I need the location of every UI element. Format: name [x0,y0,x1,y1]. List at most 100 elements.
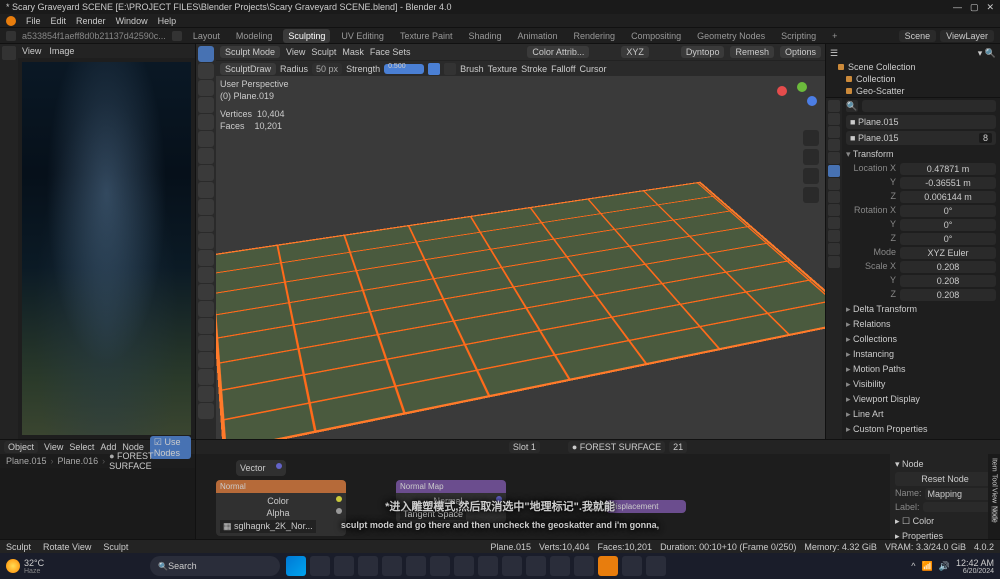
props-search[interactable] [862,100,996,112]
axis-y[interactable] [797,82,807,92]
taskbar-app-7[interactable] [454,556,474,576]
n-tab-tool[interactable]: Tool [991,474,998,487]
viewlayer-select[interactable]: ViewLayer [940,30,994,42]
tray-date[interactable]: 6/20/2024 [956,568,994,575]
axis-x[interactable] [777,86,787,96]
taskbar-blender[interactable] [598,556,618,576]
taskbar-app-5[interactable] [406,556,426,576]
node-menu-view[interactable]: View [44,442,63,452]
zoom-icon[interactable] [803,130,819,146]
node-mode[interactable]: Object [4,441,38,453]
taskbar-app-2[interactable] [334,556,354,576]
normalmap-node-header[interactable]: Normal Map [396,480,506,493]
rot-x-field[interactable]: 0° [900,205,996,217]
tool-elastic[interactable] [198,267,214,283]
weather-icon[interactable] [6,559,20,573]
close-button[interactable]: ✕ [986,2,994,13]
scale-x-field[interactable]: 0.208 [900,261,996,273]
props-data-select[interactable]: ■ Plane.015 8 [846,131,996,145]
tab-shading[interactable]: Shading [463,29,506,43]
props-object-select[interactable]: ■ Plane.015 [846,115,996,129]
outliner-filter-icon[interactable]: ☰ [830,48,838,59]
tab-animation[interactable]: Animation [513,29,563,43]
tool-layer[interactable] [198,97,214,113]
instancing[interactable]: Instancing [846,347,996,362]
tool-thumb[interactable] [198,301,214,317]
bc-data[interactable]: Plane.016 [58,456,99,466]
vp-menu-view[interactable]: View [286,47,305,57]
loc-x-field[interactable]: 0.47871 m [900,163,996,175]
outliner-search-icon[interactable]: ▾ 🔍 [978,48,996,59]
tab-modeling[interactable]: Modeling [231,29,278,43]
taskbar-app-1[interactable] [310,556,330,576]
scale-y-field[interactable]: 0.208 [900,275,996,287]
prop-tab-world[interactable] [828,152,840,164]
tool-cloth[interactable] [198,403,214,419]
scene-collection[interactable]: Scene Collection [830,61,996,73]
visibility[interactable]: Visibility [846,377,996,392]
reset-node-button[interactable]: Reset Node [895,472,995,486]
material-users[interactable]: 21 [669,441,687,453]
workspace-file[interactable]: a533854f1aeff8d0b21137d42590c... [22,31,166,41]
scale-z-field[interactable]: 0.208 [900,289,996,301]
prop-tab-modifier[interactable] [828,178,840,190]
maximize-button[interactable]: ▢ [970,2,979,13]
tool-snake[interactable] [198,284,214,300]
camera-icon[interactable] [803,168,819,184]
rot-mode-field[interactable]: XYZ Euler [900,247,996,259]
color-attribute[interactable]: Color Attrib... [527,46,589,58]
brush-menu[interactable]: Brush [460,64,484,74]
tab-layout[interactable]: Layout [188,29,225,43]
vp-menu-mask[interactable]: Mask [342,47,364,57]
3d-viewport[interactable] [216,76,825,439]
n-tab-item[interactable]: Item [991,458,998,472]
vp-menu-facesets[interactable]: Face Sets [370,47,411,57]
mode-select[interactable]: Sculpt Mode [220,46,280,58]
n-tab-view[interactable]: View [991,488,998,503]
tool-boundary[interactable] [198,386,214,402]
tool-scrape[interactable] [198,216,214,232]
loc-z-field[interactable]: 0.006144 m [900,191,996,203]
motion-paths[interactable]: Motion Paths [846,362,996,377]
direction-add-icon[interactable] [428,63,440,75]
tool-nudge[interactable] [198,335,214,351]
menu-window[interactable]: Window [116,16,148,26]
tool-slide[interactable] [198,369,214,385]
radius-field[interactable]: 50 px [312,63,342,75]
tab-add[interactable]: + [827,29,842,43]
props-search-icon[interactable]: 🔍 [846,100,858,112]
taskbar-app-10[interactable] [526,556,546,576]
menu-file[interactable]: File [26,16,41,26]
texture-menu[interactable]: Texture [488,64,518,74]
taskbar-app-4[interactable] [382,556,402,576]
options-dropdown[interactable]: Options [780,46,821,58]
prop-tab-particles[interactable] [828,191,840,203]
tool-claystrips[interactable] [198,80,214,96]
move-icon[interactable] [803,149,819,165]
prop-tab-constraint[interactable] [828,217,840,229]
tray-wifi-icon[interactable]: 📶 [922,561,933,572]
nav-gizmo[interactable] [777,82,817,122]
refresh-icon[interactable] [172,31,182,41]
taskbar-app-12[interactable] [574,556,594,576]
transform-panel[interactable]: Transform [846,147,996,162]
xyz-mirror[interactable]: XYZ [621,46,649,58]
taskbar-search[interactable]: 🔍 Search [150,556,280,576]
node-menu-select[interactable]: Select [69,442,94,452]
node-name-field[interactable]: Mapping [925,488,995,500]
vector-socket[interactable]: Vector [240,463,266,473]
geoscatter-item[interactable]: Geo-Scatter [830,85,996,97]
prop-tab-physics[interactable] [828,204,840,216]
taskbar-app-15[interactable] [646,556,666,576]
falloff-menu[interactable]: Falloff [551,64,575,74]
tool-clay[interactable] [198,63,214,79]
material-select[interactable]: ● FOREST SURFACE [568,441,665,453]
image-menu-image[interactable]: Image [49,46,74,56]
prop-tab-material[interactable] [828,243,840,255]
taskbar-app-3[interactable] [358,556,378,576]
rot-y-field[interactable]: 0° [900,219,996,231]
tab-rendering[interactable]: Rendering [569,29,621,43]
delta-transform[interactable]: Delta Transform [846,302,996,317]
dyntopo-toggle[interactable]: Dyntopo [681,46,725,58]
taskbar-app-14[interactable] [622,556,642,576]
